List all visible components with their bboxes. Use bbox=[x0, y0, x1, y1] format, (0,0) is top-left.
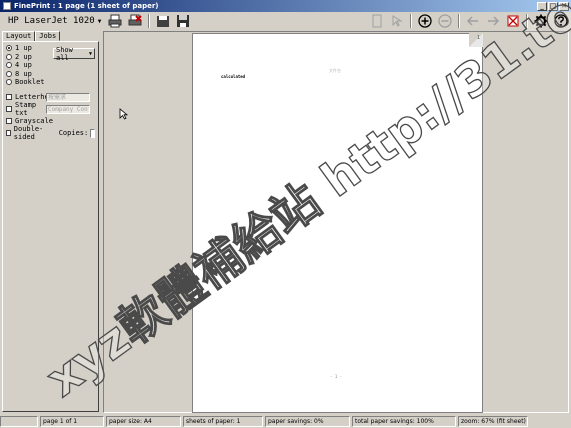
letterhead-checkbox[interactable] bbox=[6, 94, 12, 100]
fit-icon[interactable] bbox=[505, 13, 521, 29]
copies-field[interactable] bbox=[90, 128, 95, 138]
layout-options: 1 up 2 up 4 up 8 up Booklet Show all ▼ bbox=[6, 44, 95, 88]
document-title: 文件名 bbox=[329, 68, 341, 73]
close-button[interactable]: ✕ bbox=[559, 1, 569, 11]
mouse-cursor-icon bbox=[119, 108, 129, 120]
app-icon bbox=[3, 2, 11, 10]
radio-2up[interactable] bbox=[6, 53, 12, 60]
select-icon[interactable] bbox=[389, 13, 405, 29]
status-paper-size: paper size: A4 bbox=[106, 416, 181, 427]
zoom-out-icon[interactable] bbox=[437, 13, 453, 29]
stamp-label: Stamp txt bbox=[15, 101, 37, 117]
zoom-in-icon[interactable] bbox=[417, 13, 433, 29]
radio-8up[interactable] bbox=[6, 70, 12, 77]
grayscale-label: Grayscale bbox=[15, 117, 53, 125]
help-icon[interactable] bbox=[553, 13, 569, 29]
double-sided-row: Double-sided Copies: bbox=[6, 125, 95, 141]
tab-layout[interactable]: Layout bbox=[2, 31, 36, 41]
title-bar: FinePrint : 1 page (1 sheet of paper) _ … bbox=[0, 0, 571, 12]
radio-4up[interactable] bbox=[6, 62, 12, 69]
layout-option-label: 4 up bbox=[15, 61, 32, 70]
document-footer: - 1 - bbox=[330, 374, 343, 379]
status-zoom: zoom: 67% (fit sheet) bbox=[458, 416, 528, 427]
page-preview[interactable]: 1 文件名 calculated - 1 - bbox=[192, 33, 483, 413]
double-sided-label: Double-sided bbox=[13, 125, 44, 141]
copies-label: Copies: bbox=[58, 129, 89, 137]
preview-workspace[interactable]: 1 文件名 calculated - 1 - bbox=[103, 31, 569, 413]
chevron-down-icon: ▼ bbox=[97, 17, 102, 25]
tab-bar: Layout Jobs bbox=[2, 31, 99, 41]
stamp-row: Stamp txt Company Confi bbox=[6, 101, 95, 117]
save-icon[interactable] bbox=[155, 13, 171, 29]
layout-option-8up[interactable]: 8 up bbox=[6, 70, 95, 79]
layout-option-label: 2 up bbox=[15, 52, 32, 61]
letterhead-label: Letterhead bbox=[15, 93, 58, 101]
toolbar: HP LaserJet 1020 ▼ bbox=[0, 12, 571, 30]
delete-job-icon[interactable] bbox=[127, 13, 143, 29]
layout-panel: 1 up 2 up 4 up 8 up Booklet Show all ▼ L… bbox=[2, 41, 99, 412]
status-total-savings: total paper savings: 100% bbox=[352, 416, 456, 427]
printer-name: HP LaserJet 1020 bbox=[8, 16, 95, 26]
grayscale-checkbox[interactable] bbox=[6, 118, 12, 124]
radio-1up[interactable] bbox=[6, 45, 12, 52]
layout-option-label: Booklet bbox=[15, 78, 45, 87]
page-number: 1 bbox=[476, 35, 480, 41]
letterhead-field[interactable]: 按需求 bbox=[46, 92, 90, 102]
stamp-checkbox[interactable] bbox=[6, 106, 12, 112]
radio-booklet[interactable] bbox=[6, 79, 12, 86]
status-bar: page 1 of 1 paper size: A4 sheets of pap… bbox=[0, 416, 571, 428]
status-savings: paper savings: 0% bbox=[265, 416, 350, 427]
layout-option-label: 8 up bbox=[15, 69, 32, 78]
layout-option-4up[interactable]: 4 up bbox=[6, 61, 95, 70]
status-sheets: sheets of paper: 1 bbox=[183, 416, 263, 427]
back-icon[interactable] bbox=[465, 13, 481, 29]
tab-jobs[interactable]: Jobs bbox=[35, 31, 61, 41]
show-all-label: Show all bbox=[56, 45, 73, 62]
print-icon[interactable] bbox=[107, 13, 123, 29]
settings-icon[interactable] bbox=[533, 13, 549, 29]
stamp-field[interactable]: Company Confi bbox=[46, 104, 90, 114]
printer-select[interactable]: HP LaserJet 1020 ▼ bbox=[4, 13, 105, 29]
page-icon[interactable] bbox=[369, 13, 385, 29]
window-title: FinePrint : 1 page (1 sheet of paper) bbox=[14, 2, 159, 10]
left-panel: Layout Jobs 1 up 2 up 4 up 8 up Booklet … bbox=[2, 31, 99, 412]
document-text: calculated bbox=[221, 74, 246, 79]
show-all-dropdown[interactable]: Show all ▼ bbox=[53, 45, 95, 62]
status-page: page 1 of 1 bbox=[40, 416, 104, 427]
layout-option-booklet[interactable]: Booklet bbox=[6, 78, 95, 87]
disk-icon[interactable] bbox=[175, 13, 191, 29]
maximize-button[interactable]: □ bbox=[548, 1, 558, 11]
double-sided-checkbox[interactable] bbox=[6, 130, 11, 136]
forward-icon[interactable] bbox=[485, 13, 501, 29]
chevron-down-icon: ▼ bbox=[88, 50, 92, 57]
minimize-button[interactable]: _ bbox=[537, 1, 547, 11]
layout-option-label: 1 up bbox=[15, 44, 32, 53]
